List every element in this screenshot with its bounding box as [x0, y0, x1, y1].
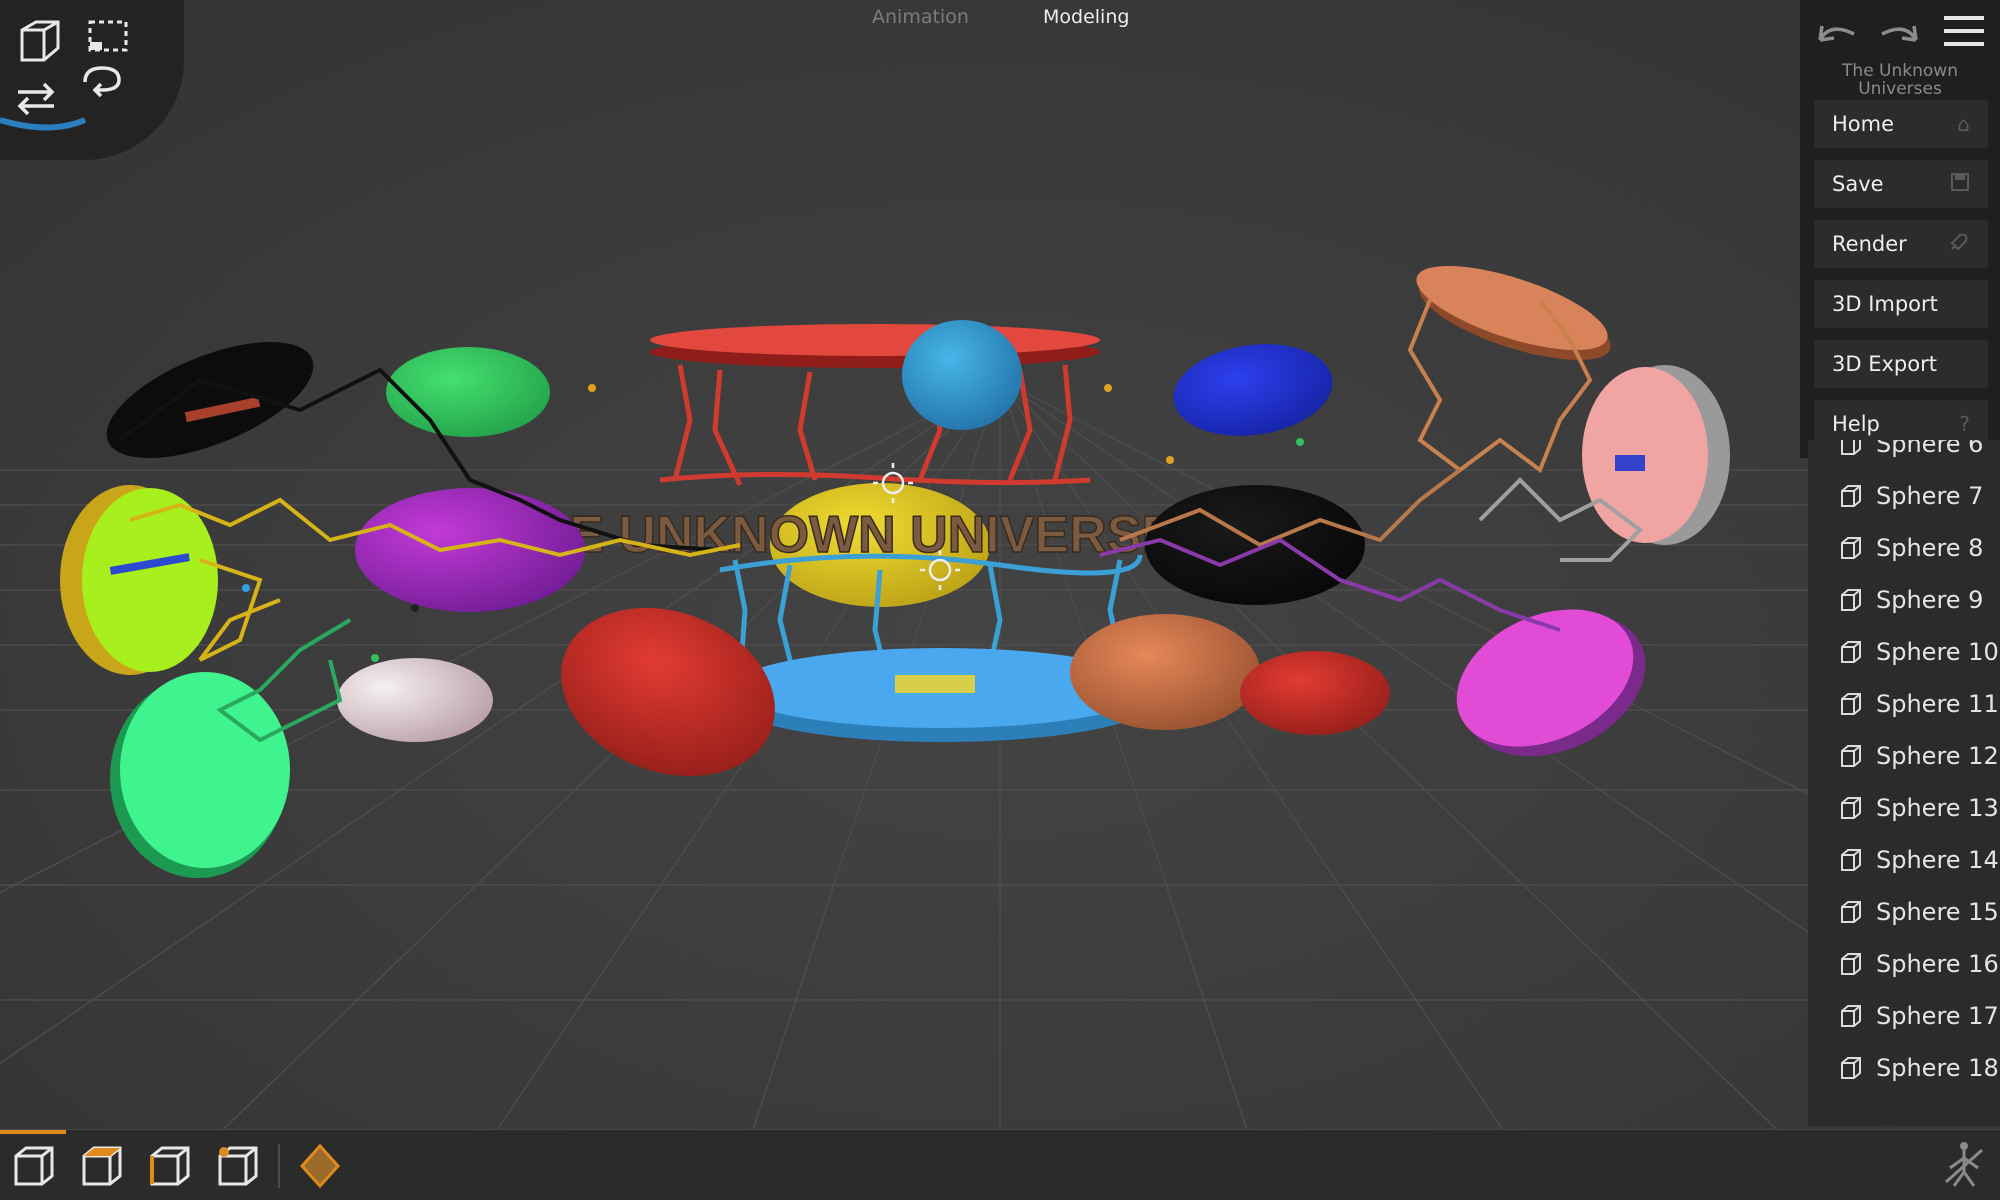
hamburger-menu-icon [1944, 16, 1984, 46]
object-cube-icon [1841, 745, 1861, 767]
sphere-orange [1070, 614, 1260, 730]
outliner-item-label: Sphere 6 [1876, 440, 1984, 458]
sphere-cyan [902, 320, 1022, 430]
object-cube-icon [1841, 901, 1861, 923]
lime-disc [60, 485, 218, 675]
sphere-red-right [1240, 651, 1390, 735]
outliner-item[interactable]: Sphere 13 [1808, 782, 2000, 834]
outliner-item[interactable]: Sphere 15 [1808, 886, 2000, 938]
active-view-indicator [0, 1130, 66, 1134]
outliner-item[interactable]: Sphere 6 [1808, 440, 2000, 470]
outliner-item[interactable]: Sphere 10 [1808, 626, 2000, 678]
menu-item-label: 3D Export [1832, 352, 1937, 376]
outliner-item-label: Sphere 16 [1876, 950, 1999, 978]
scene-outliner[interactable]: Sphere 6 Sphere 7 Sphere 8 Sphere 9 Sphere 1… [1808, 440, 2000, 1126]
cube-view-icon [14, 1146, 54, 1186]
outliner-item[interactable]: Sphere 8 [1808, 522, 2000, 574]
outliner-item-label: Sphere 15 [1876, 898, 1999, 926]
outliner-item[interactable]: Sphere 7 [1808, 470, 2000, 522]
outliner-item[interactable]: Sphere 16 [1808, 938, 2000, 990]
object-cube-icon [1841, 953, 1861, 975]
keyframe-diamond-icon [299, 1143, 341, 1189]
outliner-item-label: Sphere 12 [1876, 742, 1999, 770]
outliner-item-label: Sphere 8 [1876, 534, 1984, 562]
object-cube-icon [1841, 849, 1861, 871]
home-icon: ⌂ [1957, 112, 1970, 136]
object-cube-icon [1841, 641, 1861, 663]
outliner-item-label: Sphere 7 [1876, 482, 1984, 510]
view-face-button[interactable] [74, 1138, 130, 1194]
sphere-black [1145, 485, 1365, 605]
object-cube-icon [1841, 589, 1861, 611]
menu-item-save[interactable]: Save [1814, 160, 1988, 208]
menu-item-home[interactable]: Home ⌂ [1814, 100, 1988, 148]
main-menu-panel: The Unknown Universes Home ⌂ Save Render… [1800, 0, 2000, 458]
outliner-item[interactable]: Sphere 11 [1808, 678, 2000, 730]
edge-mode-icon [150, 1146, 190, 1186]
tab-modeling[interactable]: Modeling [1043, 6, 1129, 28]
object-cube-icon [1841, 1057, 1861, 1079]
menu-item-label: Render [1832, 232, 1907, 256]
view-vertex-button[interactable] [210, 1138, 266, 1194]
object-cube-icon [1841, 485, 1861, 507]
rocket-icon [1948, 231, 1970, 258]
tab-animation[interactable]: Animation [872, 6, 969, 28]
sphere-white [337, 658, 493, 742]
outliner-item[interactable]: Sphere 12 [1808, 730, 2000, 782]
save-icon [1950, 172, 1970, 197]
pink-disc [1582, 365, 1730, 545]
outliner-item-label: Sphere 10 [1876, 638, 1999, 666]
sphere-green [386, 347, 550, 437]
undo-button[interactable] [1814, 14, 1858, 54]
undo-icon [1818, 25, 1855, 42]
3d-viewport[interactable]: THE UNKNOWN UNIVERSES [0, 0, 2000, 1200]
view-edge-button[interactable] [142, 1138, 198, 1194]
menu-item-label: Save [1832, 172, 1884, 196]
menu-item-3d-import[interactable]: 3D Import [1814, 280, 1988, 328]
outliner-item-label: Sphere 9 [1876, 586, 1984, 614]
tool-wheel [0, 0, 184, 160]
view-object-button[interactable] [6, 1138, 62, 1194]
menu-item-label: Home [1832, 112, 1895, 136]
rig-button[interactable] [1936, 1138, 1992, 1194]
outliner-item[interactable]: Sphere 9 [1808, 574, 2000, 626]
object-cube-icon [1841, 537, 1861, 559]
outliner-item-label: Sphere 17 [1876, 1002, 1999, 1030]
menu-item-label: 3D Import [1832, 292, 1938, 316]
redo-icon [1881, 25, 1918, 42]
object-cube-icon [1841, 693, 1861, 715]
outliner-item-label: Sphere 11 [1876, 690, 1999, 718]
object-cube-icon [1841, 797, 1861, 819]
project-title: The Unknown Universes [1842, 61, 1958, 99]
skeleton-rig-icon [1945, 1142, 1983, 1187]
outliner-item-label: Sphere 18 [1876, 1054, 1999, 1082]
vertex-mode-icon [218, 1146, 258, 1186]
outliner-item-label: Sphere 14 [1876, 846, 1999, 874]
menu-item-3d-export[interactable]: 3D Export [1814, 340, 1988, 388]
object-cube-icon[interactable] [10, 12, 70, 72]
object-cube-icon [1841, 440, 1861, 455]
object-cube-icon [1841, 1005, 1861, 1027]
face-mode-icon [82, 1146, 122, 1186]
hamburger-menu-button[interactable] [1942, 12, 1986, 52]
outliner-item[interactable]: Sphere 17 [1808, 990, 2000, 1042]
sphere-purple [355, 488, 585, 612]
rotate-icon[interactable] [72, 50, 132, 110]
outliner-item[interactable]: Sphere 14 [1808, 834, 2000, 886]
redo-button[interactable] [1878, 14, 1922, 54]
menu-item-render[interactable]: Render [1814, 220, 1988, 268]
outliner-item-label: Sphere 13 [1876, 794, 1999, 822]
move-arrows-icon[interactable] [6, 68, 66, 128]
question-icon: ? [1959, 412, 1970, 436]
keyframe-button[interactable] [292, 1138, 348, 1194]
outliner-item[interactable]: Sphere 18 [1808, 1042, 2000, 1094]
menu-item-label: Help [1832, 412, 1880, 436]
toolbar-divider [278, 1144, 280, 1188]
